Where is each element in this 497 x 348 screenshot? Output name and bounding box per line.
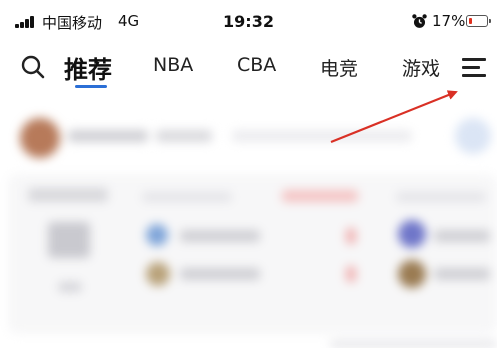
tab-recommended[interactable]: 推荐: [64, 50, 112, 85]
blurred-live-label: [282, 190, 358, 202]
blurred-text: [232, 130, 412, 142]
search-icon[interactable]: [20, 54, 46, 80]
tab-esports[interactable]: 电竞: [320, 54, 358, 81]
tab-cba[interactable]: CBA: [237, 54, 276, 76]
blurred-team-logo: [398, 220, 426, 248]
blurred-text: [330, 340, 497, 348]
blurred-score: [346, 266, 356, 282]
blurred-text: [396, 192, 486, 202]
blurred-team-logo: [146, 224, 168, 246]
blurred-text: [142, 192, 232, 202]
tab-games[interactable]: 游戏: [402, 54, 440, 81]
blurred-qr: [48, 222, 90, 258]
battery-icon: [466, 15, 491, 27]
blurred-username: [68, 130, 148, 142]
blurred-team-name: [180, 268, 260, 280]
blurred-team-name: [434, 230, 490, 242]
battery-percent: 17%: [432, 12, 466, 30]
status-bar: 中国移动 4G 19:32 17%: [0, 0, 497, 44]
blurred-feed-content: [0, 96, 497, 348]
blurred-team-logo: [398, 260, 426, 288]
blurred-text: [58, 282, 82, 292]
blurred-team-logo: [146, 262, 170, 286]
hamburger-menu-icon[interactable]: [462, 58, 488, 78]
tab-nba[interactable]: NBA: [153, 54, 193, 76]
blurred-icon: [455, 118, 491, 154]
blurred-team-name: [434, 268, 490, 280]
alarm-clock-icon: [412, 14, 427, 28]
blurred-text: [156, 130, 212, 142]
blurred-label: [28, 188, 108, 202]
active-tab-indicator: [75, 85, 107, 88]
avatar: [20, 118, 60, 158]
top-nav: 推荐 NBA CBA 电竞 游戏: [0, 44, 497, 94]
blurred-team-name: [180, 230, 260, 242]
blurred-score: [346, 228, 356, 244]
